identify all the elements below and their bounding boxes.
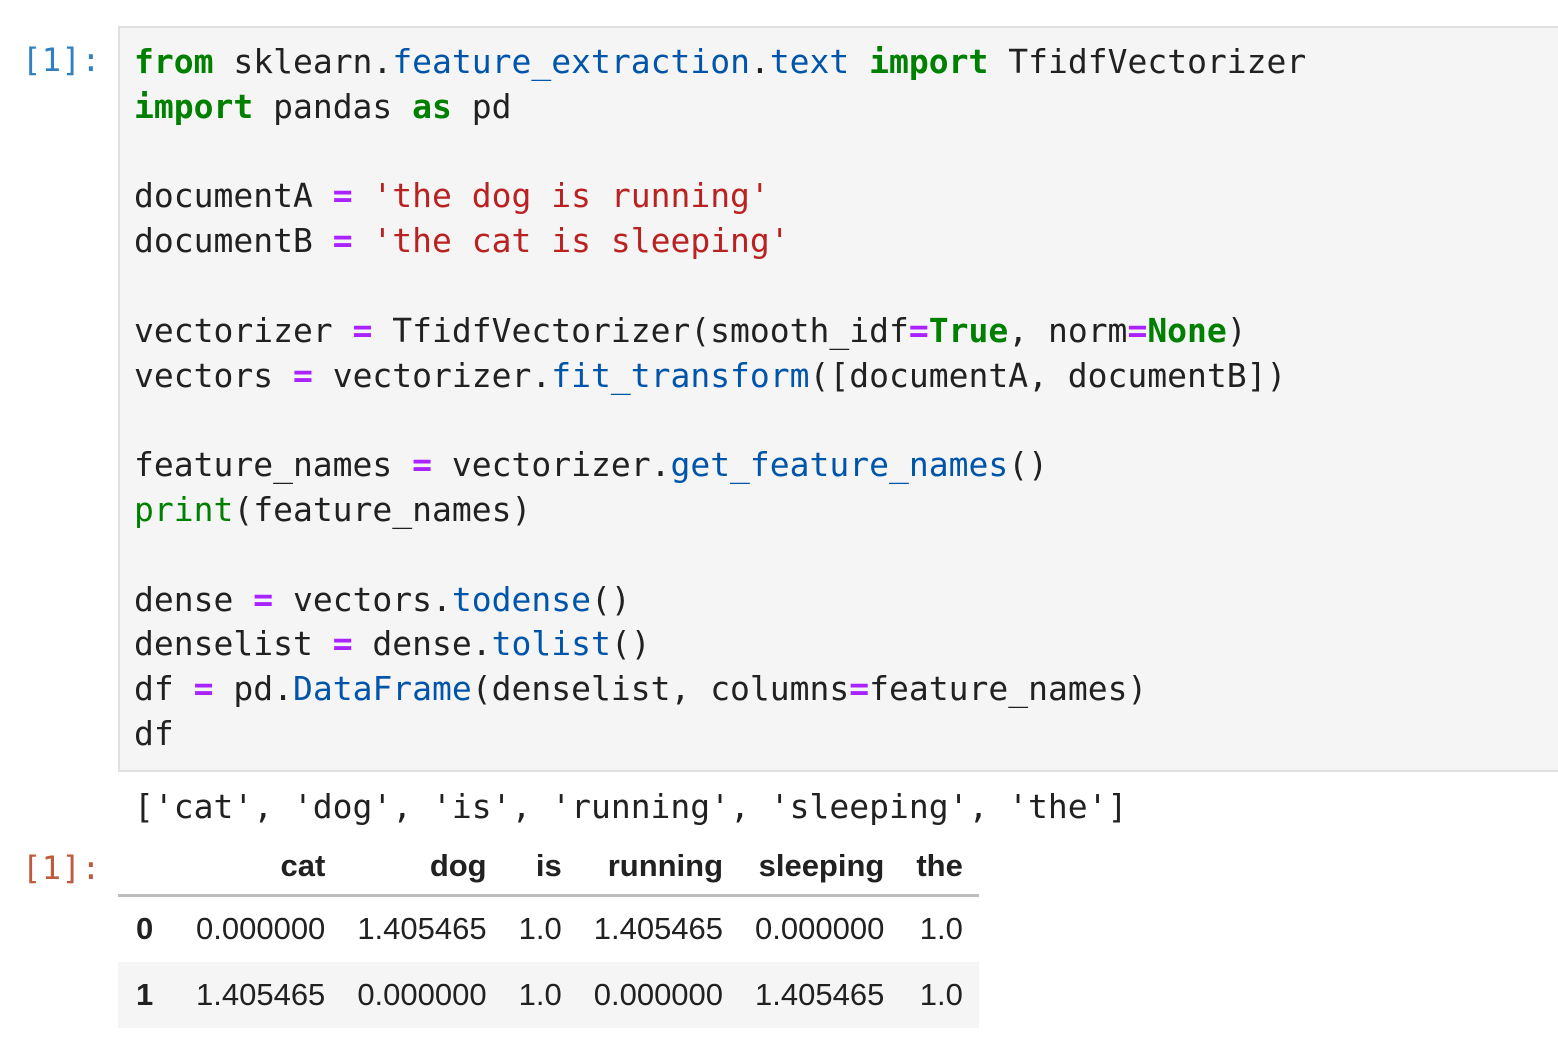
table-cell: 0.000000 [196, 911, 326, 947]
code-line: documentA = 'the dog is running' [134, 176, 770, 216]
row-index: 0 [136, 911, 154, 947]
table-cell: 0.000000 [755, 911, 885, 947]
table-cell: 1.405465 [755, 976, 885, 1012]
code-line: from sklearn.feature_extraction.text imp… [134, 42, 1307, 81]
code-line: import pandas as pd [134, 86, 512, 126]
code-line: df = pd.DataFrame(denselist, columns=fea… [134, 669, 1148, 709]
code-line: print(feature_names) [134, 489, 532, 529]
code-line: vectors = vectorizer.fit_transform([docu… [134, 355, 1287, 395]
code-text[interactable]: from sklearn.feature_extraction.text imp… [134, 40, 1306, 757]
table-cell: 1.405465 [357, 911, 487, 947]
code-line: vectorizer = TfidfVectorizer(smooth_idf=… [134, 310, 1247, 350]
table-cell: 1.0 [919, 976, 963, 1012]
code-line: dense = vectors.todense() [134, 579, 631, 619]
table-cell: 0.000000 [593, 976, 724, 1012]
table-cell: 1.0 [919, 911, 963, 947]
row-index: 1 [136, 976, 154, 1012]
column-header: the [900, 838, 979, 897]
column-header: cat [180, 838, 342, 897]
column-header: dog [341, 838, 503, 897]
output-prompt: [1]: [22, 849, 102, 887]
code-line: df [134, 713, 174, 753]
table-cell: 1.405465 [593, 911, 724, 947]
table-cell: 1.405465 [196, 976, 326, 1012]
column-header: running [577, 838, 740, 897]
table-cell: 1.0 [518, 911, 562, 947]
input-prompt: [1]: [22, 41, 102, 79]
table-cell: 1.0 [518, 976, 562, 1012]
column-header: sleeping [739, 838, 901, 897]
code-line: documentB = 'the cat is sleeping' [134, 221, 790, 261]
table-row: 1 1.405465 0.000000 1.0 0.000000 1.40546… [118, 961, 979, 1028]
table-row: 0 0.000000 1.405465 1.0 1.405465 0.00000… [118, 896, 979, 962]
code-line: denselist = dense.tolist() [134, 624, 651, 664]
dataframe-table: cat dog is running sleeping the 0 0.0000… [118, 838, 979, 1028]
table-cell: 0.000000 [357, 976, 487, 1012]
dataframe-header-row: cat dog is running sleeping the [118, 838, 979, 897]
code-cell-editor[interactable]: from sklearn.feature_extraction.text imp… [118, 26, 1558, 772]
column-header: is [502, 838, 578, 897]
code-line: feature_names = vectorizer.get_feature_n… [134, 445, 1048, 485]
stdout-output: ['cat', 'dog', 'is', 'running', 'sleepin… [134, 787, 1128, 826]
index-header [118, 838, 180, 897]
